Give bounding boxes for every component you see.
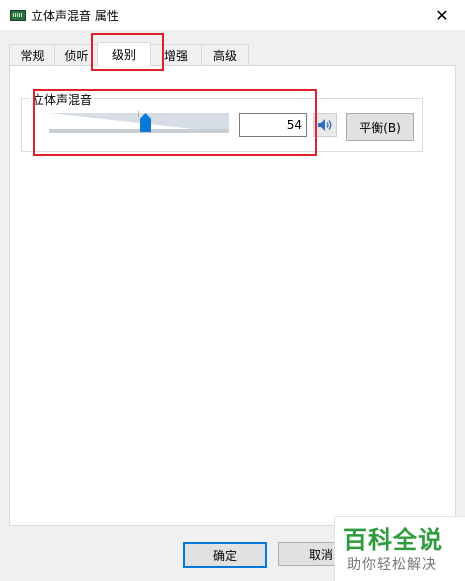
window-title: 立体声混音 属性	[31, 9, 119, 23]
tab-label: 高级	[212, 48, 237, 63]
tab-general[interactable]: 常规	[9, 44, 56, 65]
ok-label: 确定	[212, 548, 237, 563]
levels-panel: 立体声混音 平衡(B)	[9, 65, 456, 526]
group-title: 立体声混音	[30, 91, 95, 108]
tab-label: 级别	[111, 48, 136, 62]
balance-button[interactable]: 平衡(B)	[346, 113, 414, 141]
volume-slider[interactable]	[49, 111, 229, 133]
close-button[interactable]: ✕	[419, 0, 465, 30]
mute-button[interactable]	[313, 113, 337, 137]
watermark-title: 百科全说	[343, 526, 443, 554]
tab-levels[interactable]: 级别	[97, 42, 151, 66]
tab-advanced[interactable]: 高级	[201, 44, 249, 65]
speaker-icon	[318, 119, 332, 131]
balance-label: 平衡(B)	[359, 120, 401, 135]
tab-label: 增强	[163, 48, 188, 63]
dialog-body: 常规 侦听 级别 增强 高级 立体声混音 54 平衡(B) 确定 取消	[0, 30, 465, 581]
ok-button[interactable]: 确定	[183, 542, 267, 568]
sound-device-icon	[10, 10, 26, 21]
slider-base	[49, 129, 229, 133]
cancel-label: 取消	[309, 547, 334, 562]
level-value-field[interactable]	[239, 113, 307, 137]
tab-enhancements[interactable]: 增强	[149, 44, 203, 65]
tab-listen[interactable]: 侦听	[54, 44, 99, 65]
title-bar: 立体声混音 属性 ✕	[0, 0, 465, 30]
watermark-logo: 百科全说 助你轻松解决	[334, 516, 465, 581]
watermark-subtitle: 助你轻松解决	[347, 557, 437, 573]
slider-tick	[138, 111, 139, 117]
stereo-mix-group: 立体声混音 平衡(B)	[21, 91, 423, 152]
tab-label: 侦听	[64, 48, 89, 63]
close-icon: ✕	[435, 5, 449, 25]
tab-label: 常规	[20, 48, 45, 63]
